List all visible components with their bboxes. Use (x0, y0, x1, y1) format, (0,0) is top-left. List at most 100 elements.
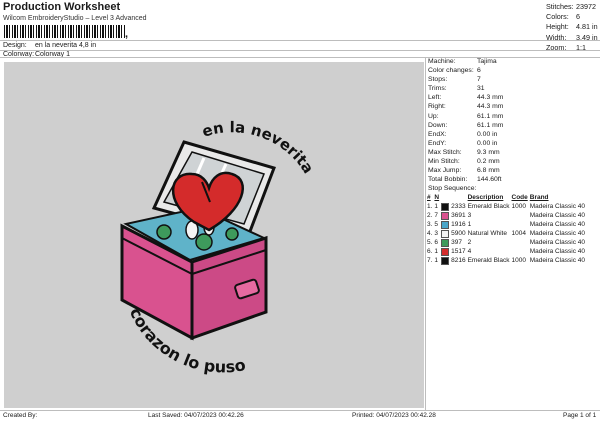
printed-date: Printed: 04/07/2023 00:42.28 (352, 412, 436, 419)
color-swatch (441, 256, 451, 265)
brand-name: Madeira Classic 40 (529, 230, 586, 237)
table-row: 4. 3 5900 Natural White 1004 Madeira Classic … (427, 229, 587, 238)
embroidery-design: en la neverita el corazon lo puso (120, 118, 318, 376)
property-row: Min Stitch: 0.2 mm (428, 158, 503, 167)
property-label: Total Bobbin: (428, 176, 468, 184)
property-value: 44.3 mm (477, 103, 504, 111)
thread-description: Emerald Black (467, 257, 510, 264)
row-number: 5. (427, 239, 433, 246)
stats-labels: Stitches: Colors: Height: Width: Zoom: (546, 2, 574, 53)
thread-description: 4 (467, 248, 472, 255)
table-row: 6. 1 1517 4 Madeira Classic 40 (427, 247, 587, 256)
stats-values: 23972 6 4.81 in 3.49 in 1:1 (576, 2, 598, 53)
thread-description: 3 (467, 212, 472, 219)
needle-number: 1 (434, 257, 439, 264)
property-value: 31 (477, 85, 485, 93)
column-header (441, 193, 451, 202)
table-row: 7. 1 8216 Emerald Black 1000 Madeira Classic … (427, 256, 587, 265)
thread-code: 5900 (451, 230, 466, 237)
page-number: Page 1 of 1 (563, 412, 597, 419)
color-swatch (441, 238, 451, 247)
thread-code: 1517 (451, 248, 466, 255)
color-swatch-icon (441, 220, 450, 229)
thread-description: Natural White (467, 230, 507, 237)
column-header: # (427, 194, 431, 201)
page-title: Production Worksheet (3, 1, 121, 13)
property-row: Max Stitch: 9.3 mm (428, 149, 503, 158)
stat-label: Height: (546, 22, 569, 32)
row-number: 1. (427, 203, 433, 210)
stat-value: 3.49 in (576, 32, 598, 42)
brand-name: Madeira Classic 40 (529, 248, 586, 255)
software-name: Wilcom EmbroideryStudio – Level 3 Advanc… (3, 15, 147, 22)
color-swatch-icon (441, 256, 450, 265)
brand-name: Madeira Classic 40 (529, 257, 586, 264)
row-number: 6. (427, 248, 433, 255)
stat-label: Stitches: (546, 2, 574, 11)
divider (0, 50, 600, 51)
row-number: 3. (427, 221, 433, 228)
property-value: 9.3 mm (477, 148, 500, 156)
color-swatch-icon (441, 229, 450, 238)
column-header: N (434, 194, 440, 201)
needle-number: 1 (434, 248, 439, 255)
row-number: 2. (427, 212, 433, 219)
thread-description: Emerald Black (467, 203, 510, 210)
brand-name: Madeira Classic 40 (529, 203, 586, 210)
thread-code: 1916 (451, 221, 466, 228)
thread-code: 397 (451, 239, 462, 246)
property-value: 61.1 mm (477, 112, 504, 120)
property-label: Machine: (428, 58, 456, 65)
color-swatch (441, 220, 451, 229)
code-value (512, 238, 530, 247)
column-header (451, 193, 467, 202)
table-header: # N Description Code Brand (427, 193, 587, 202)
property-row: Machine: Tajima (428, 58, 503, 67)
code-value (512, 211, 530, 220)
design-preview: en la neverita el corazon lo puso (4, 62, 424, 408)
created-by: Created By: (3, 412, 38, 419)
thread-code: 2333 (451, 203, 466, 210)
property-label: Color changes: (428, 67, 474, 75)
property-label: Min Stitch: (428, 158, 460, 166)
property-row: Right: 44.3 mm (428, 103, 503, 112)
color-swatch-icon (441, 211, 450, 220)
stat-value: 4.81 in (576, 22, 598, 32)
design-label: Design: (3, 42, 27, 49)
property-value: 0.00 in (477, 139, 498, 147)
needle-number: 6 (434, 239, 439, 246)
thread-description: 2 (467, 239, 472, 246)
property-label: Left: (428, 94, 442, 102)
property-row: EndY: 0.00 in (428, 140, 503, 149)
divider (425, 57, 426, 411)
property-value: 6.8 mm (477, 167, 500, 175)
property-label: Down: (428, 121, 448, 129)
property-label: Max Stitch: (428, 148, 462, 156)
property-row: Total Bobbin: 144.60ft (428, 176, 503, 185)
table-row: 3. 5 1916 1 Madeira Classic 40 (427, 220, 587, 229)
thread-code: 8216 (451, 257, 466, 264)
table-row: 5. 6 397 2 Madeira Classic 40 (427, 238, 587, 247)
property-label: Right: (428, 103, 446, 111)
stat-value: 1:1 (576, 42, 586, 52)
color-swatch-icon (441, 247, 450, 256)
property-label: Stops: (428, 76, 448, 84)
row-number: 7. (427, 257, 433, 264)
property-value: 61.1 mm (477, 121, 504, 129)
property-label: Up: (428, 112, 439, 120)
property-row: Down: 61.1 mm (428, 122, 503, 131)
divider (0, 410, 600, 411)
divider (0, 40, 600, 41)
row-number: 4. (427, 230, 433, 237)
color-swatch (441, 247, 451, 256)
table-row: 2. 7 3691 3 Madeira Classic 40 (427, 211, 587, 220)
property-label: Max Jump: (428, 167, 462, 175)
divider (0, 57, 600, 58)
property-row: Left: 44.3 mm (428, 94, 503, 103)
barcode-mark: , (125, 28, 129, 40)
machine-properties: Machine: Tajima Color changes: 6 Stops: 7 T… (428, 58, 503, 194)
property-row: Stops: 7 (428, 76, 503, 85)
color-swatch-icon (441, 202, 450, 211)
code-value: 1000 (511, 203, 526, 210)
brand-name: Madeira Classic 40 (529, 212, 586, 219)
